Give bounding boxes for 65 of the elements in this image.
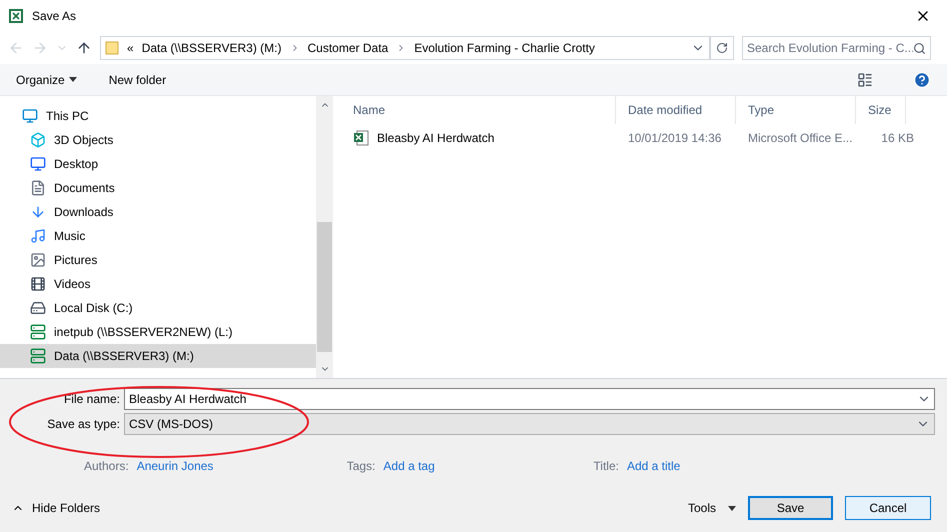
add-tag-link[interactable]: Add a tag [383, 457, 594, 475]
size-cell-text: 16 KB [880, 130, 915, 147]
sidebar-item[interactable]: Downloads [0, 200, 316, 224]
sidebar-item[interactable]: Pictures [0, 248, 316, 272]
date-cell-text: 10/01/2019 14:36 [627, 130, 722, 147]
sidebar-item[interactable]: Music [0, 224, 316, 248]
sidebar-item[interactable]: inetpub (\\BSSERVER2NEW) (L:) [0, 320, 316, 344]
document-icon [30, 180, 46, 196]
sidebar-item[interactable]: Local Disk (C:) [0, 296, 316, 320]
caret-icon [728, 506, 736, 510]
sidebar-item[interactable]: Data (\\BSSERVER3) (M:) [0, 344, 316, 368]
field-label: Authors: [84, 458, 129, 475]
search-icon [913, 42, 926, 54]
file-type-dropdown[interactable]: CSV (MS-DOS) [124, 413, 935, 435]
film-icon [30, 276, 46, 292]
breadcrumb-overflow[interactable]: « [127, 39, 134, 57]
tools-button[interactable]: Tools [688, 499, 736, 517]
file-name: Bleasby AI Herdwatch [377, 130, 494, 147]
cancel-button[interactable]: Cancel [845, 496, 931, 520]
column-header[interactable]: Name [341, 96, 616, 124]
picture-icon [30, 252, 46, 268]
sidebar-item[interactable]: Documents [0, 176, 316, 200]
cube-icon [30, 132, 46, 148]
save-button[interactable]: Save [748, 496, 833, 520]
view-icon[interactable] [857, 72, 873, 88]
scrollbar[interactable] [316, 96, 333, 378]
sidebar-item[interactable]: 3D Objects [0, 128, 316, 152]
column-header[interactable]: Size [856, 96, 906, 124]
network-drive-icon [30, 324, 46, 340]
field-label: Title: [593, 458, 619, 475]
scrollbar-thumb[interactable] [317, 222, 332, 352]
file-row[interactable]: Bleasby AI Herdwatch 10/01/2019 14:36 Microsoft Office E... 16 KB [341, 124, 947, 152]
spreadsheet-icon [8, 8, 24, 24]
add-title-link[interactable]: Add a title [626, 457, 680, 475]
sidebar-item[interactable]: Videos [0, 272, 316, 296]
column-header[interactable]: Date modified [616, 96, 736, 124]
search-field[interactable]: Search Evolution Farming - C... [742, 36, 931, 60]
file-name-field[interactable]: Bleasby AI Herdwatch [124, 388, 935, 410]
computer-icon [22, 108, 38, 124]
hide-folders-button[interactable]: Hide Folders [12, 499, 100, 517]
organize-button[interactable]: Organize [16, 70, 77, 88]
field-label: File name: [62, 391, 120, 408]
music-note-icon [30, 228, 46, 244]
refresh-button[interactable] [710, 36, 734, 60]
field-label: Tags: [346, 458, 376, 475]
monitor-icon [30, 156, 46, 172]
column-header[interactable]: Type [736, 96, 856, 124]
breadcrumb[interactable]: Evolution Farming - Charlie Crotty [414, 39, 595, 57]
authors-link[interactable]: Aneurin Jones [136, 457, 347, 475]
network-drive-icon [30, 348, 46, 364]
sidebar-item[interactable]: Desktop [0, 152, 316, 176]
spreadsheet-file-icon [353, 130, 369, 146]
window-title: Save As [32, 8, 78, 25]
up-icon[interactable] [76, 40, 92, 56]
sidebar-item[interactable]: This PC [0, 104, 316, 128]
breadcrumb[interactable]: Customer Data [308, 39, 388, 57]
caret-icon [68, 77, 77, 82]
folder-icon [105, 41, 119, 55]
address-bar[interactable]: « Data (\\BSSERVER3) (M:) Customer Data Evolution Farming - Charlie Crotty [100, 36, 710, 60]
type-cell-text: Microsoft Office E... [747, 130, 854, 147]
refresh-icon [716, 42, 728, 54]
breadcrumb[interactable]: Data (\\BSSERVER3) (M:) [142, 39, 282, 57]
help-icon[interactable] [913, 70, 931, 88]
field-label: Save as type: [46, 416, 120, 433]
new-folder-button[interactable]: New folder [108, 70, 166, 88]
